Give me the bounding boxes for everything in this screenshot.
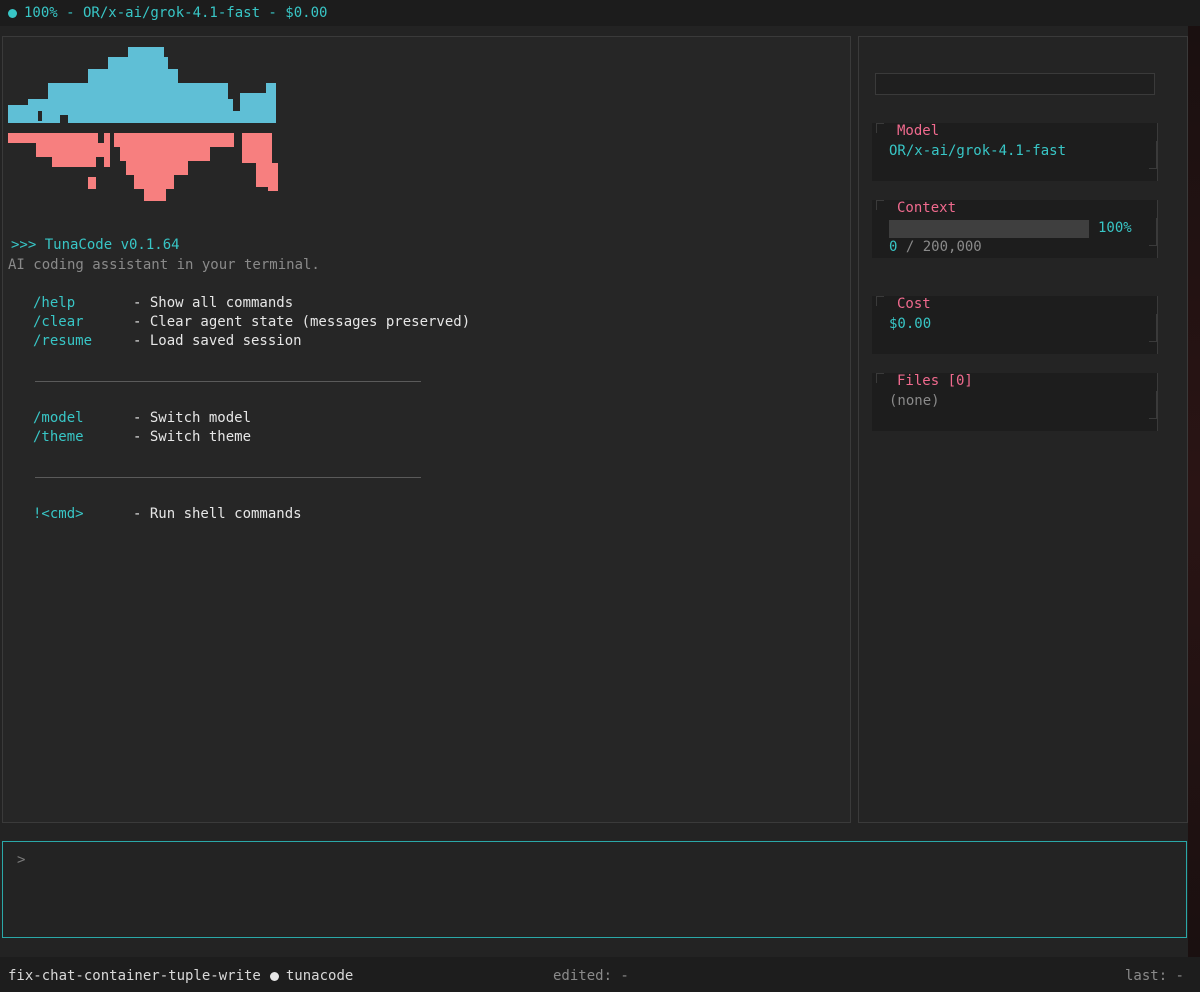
files-panel: Files [0] (none)	[872, 373, 1158, 431]
context-title: Context	[897, 200, 957, 216]
command-row-resume: /resume - Load saved session	[33, 333, 302, 349]
sidebar: Model OR/x-ai/grok-4.1-fast Context 100%…	[858, 36, 1188, 823]
model-title: Model	[897, 123, 940, 139]
separator-dot-icon	[269, 971, 279, 981]
model-panel: Model OR/x-ai/grok-4.1-fast	[872, 123, 1158, 181]
cost-value: $0.00	[889, 316, 932, 332]
context-panel: Context 100% 0 / 200,000	[872, 200, 1158, 258]
cost-title: Cost	[897, 296, 931, 312]
divider	[35, 381, 421, 382]
command-row-theme: /theme - Switch theme	[33, 429, 251, 445]
command-desc: - Switch theme	[133, 429, 252, 445]
command-desc: - Load saved session	[133, 333, 302, 349]
git-branch: fix-chat-container-tuple-write	[8, 968, 261, 984]
command-name[interactable]: !<cmd>	[33, 506, 133, 522]
cost-panel: Cost $0.00	[872, 296, 1158, 354]
command-row-help: /help - Show all commands	[33, 295, 293, 311]
divider	[35, 477, 421, 478]
input-prompt: >	[17, 852, 26, 868]
command-name[interactable]: /clear	[33, 314, 133, 330]
files-value: (none)	[889, 393, 940, 409]
context-percent: 100%	[1098, 220, 1132, 236]
bottom-status-bar: fix-chat-container-tuple-write tunacode …	[0, 957, 1200, 992]
files-title: Files [0]	[897, 373, 973, 389]
model-value: OR/x-ai/grok-4.1-fast	[889, 143, 1067, 159]
context-progress-bar	[889, 220, 1089, 238]
window-edge	[1188, 26, 1200, 957]
tuna-logo-icon	[8, 47, 283, 211]
message-input[interactable]: >	[2, 841, 1187, 938]
context-usage: 0 / 200,000	[889, 239, 982, 255]
top-status-bar: 100% - OR/x-ai/grok-4.1-fast - $0.00	[0, 0, 1200, 26]
command-desc: - Run shell commands	[133, 506, 302, 522]
command-row-shell: !<cmd> - Run shell commands	[33, 506, 302, 522]
command-row-clear: /clear - Clear agent state (messages pre…	[33, 314, 470, 330]
command-desc: - Switch model	[133, 410, 252, 426]
command-name[interactable]: /theme	[33, 429, 133, 445]
command-name[interactable]: /model	[33, 410, 133, 426]
sidebar-header-box	[875, 73, 1155, 95]
edited-status: edited: -	[553, 968, 629, 984]
command-name[interactable]: /help	[33, 295, 133, 311]
command-desc: - Clear agent state (messages preserved)	[133, 314, 471, 330]
command-name[interactable]: /resume	[33, 333, 133, 349]
tagline: AI coding assistant in your terminal.	[8, 257, 320, 273]
command-desc: - Show all commands	[133, 295, 294, 311]
version-prompt: >>> TunaCode v0.1.64	[11, 237, 180, 253]
top-status-text: 100% - OR/x-ai/grok-4.1-fast - $0.00	[24, 5, 328, 21]
project-name: tunacode	[285, 968, 354, 984]
chat-pane[interactable]: >>> TunaCode v0.1.64 AI coding assistant…	[2, 36, 851, 823]
status-dot-icon	[8, 8, 17, 18]
last-status: last: -	[1124, 968, 1184, 984]
command-row-model: /model - Switch model	[33, 410, 251, 426]
